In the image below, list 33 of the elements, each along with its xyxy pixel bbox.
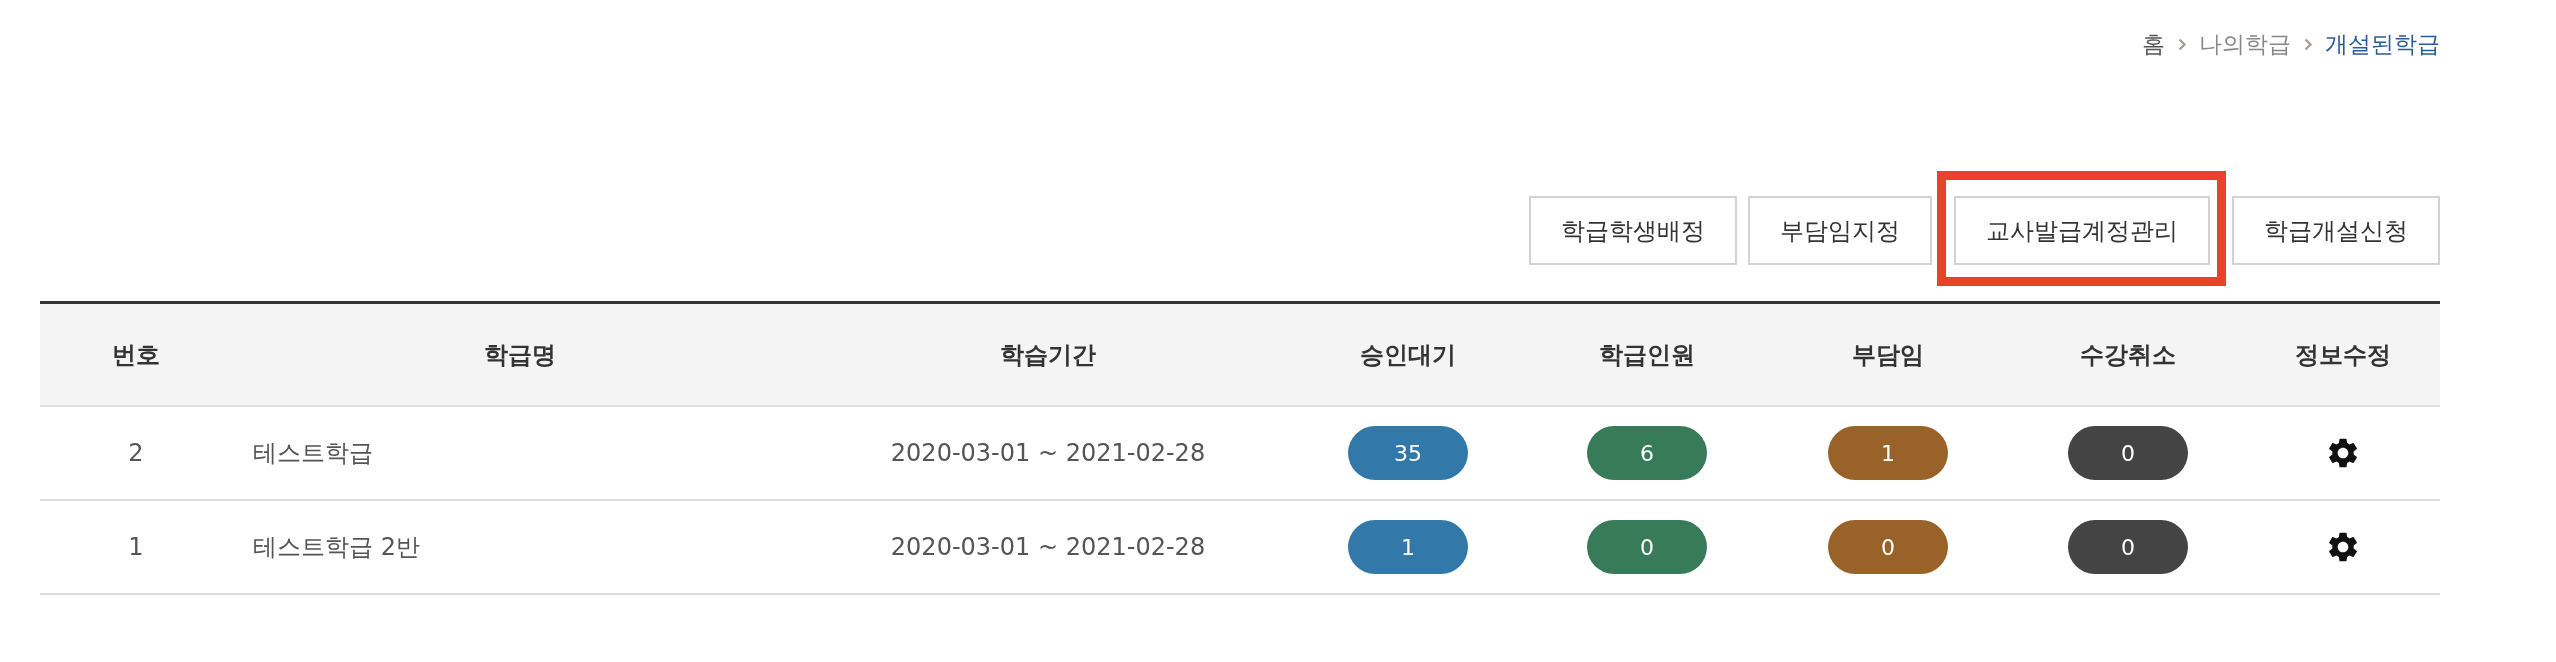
settings-icon[interactable] — [2329, 438, 2357, 468]
column-header: 번호 — [112, 339, 160, 371]
chevron-icon — [2178, 37, 2186, 51]
column-header: 학급인원 — [1599, 339, 1695, 371]
column-header: 정보수정 — [2295, 339, 2391, 371]
breadcrumb-link[interactable]: 홈 — [2142, 29, 2165, 59]
count-badge: 1 — [1828, 426, 1948, 480]
column-header: 학습기간 — [1000, 339, 1096, 371]
table-cell: 2020-03-01 ~ 2021-02-28 — [890, 439, 1206, 467]
count-badge: 0 — [2068, 520, 2188, 574]
breadcrumb-current: 개설된학급 — [2325, 30, 2440, 59]
chevron-icon — [2304, 37, 2312, 51]
toolbar-button[interactable]: 학급학생배정 — [1529, 196, 1737, 265]
count-badge: 0 — [1587, 520, 1707, 574]
toolbar-button[interactable]: 부담임지정 — [1748, 196, 1932, 265]
count-badge: 35 — [1348, 426, 1468, 480]
column-header: 부담임 — [1852, 339, 1924, 371]
toolbar-button[interactable]: 학급개설신청 — [2232, 196, 2440, 265]
column-header: 승인대기 — [1360, 339, 1456, 371]
table-cell-text: 테스트학급 — [253, 438, 373, 469]
breadcrumb-link[interactable]: 나의학급 — [2199, 29, 2291, 59]
count-badge: 0 — [2068, 426, 2188, 480]
table-cell-text: 테스트학급 2반 — [253, 532, 420, 563]
count-badge: 6 — [1587, 426, 1707, 480]
count-badge: 0 — [1828, 520, 1948, 574]
column-header: 수강취소 — [2080, 339, 2176, 371]
table-cell: 2 — [128, 439, 144, 467]
table-cell: 2020-03-01 ~ 2021-02-28 — [890, 533, 1206, 561]
toolbar-button[interactable]: 교사발급계정관리 — [1954, 196, 2210, 265]
column-header: 학급명 — [484, 339, 556, 371]
table-cell: 1 — [128, 533, 144, 561]
count-badge: 1 — [1348, 520, 1468, 574]
settings-icon[interactable] — [2329, 532, 2357, 562]
